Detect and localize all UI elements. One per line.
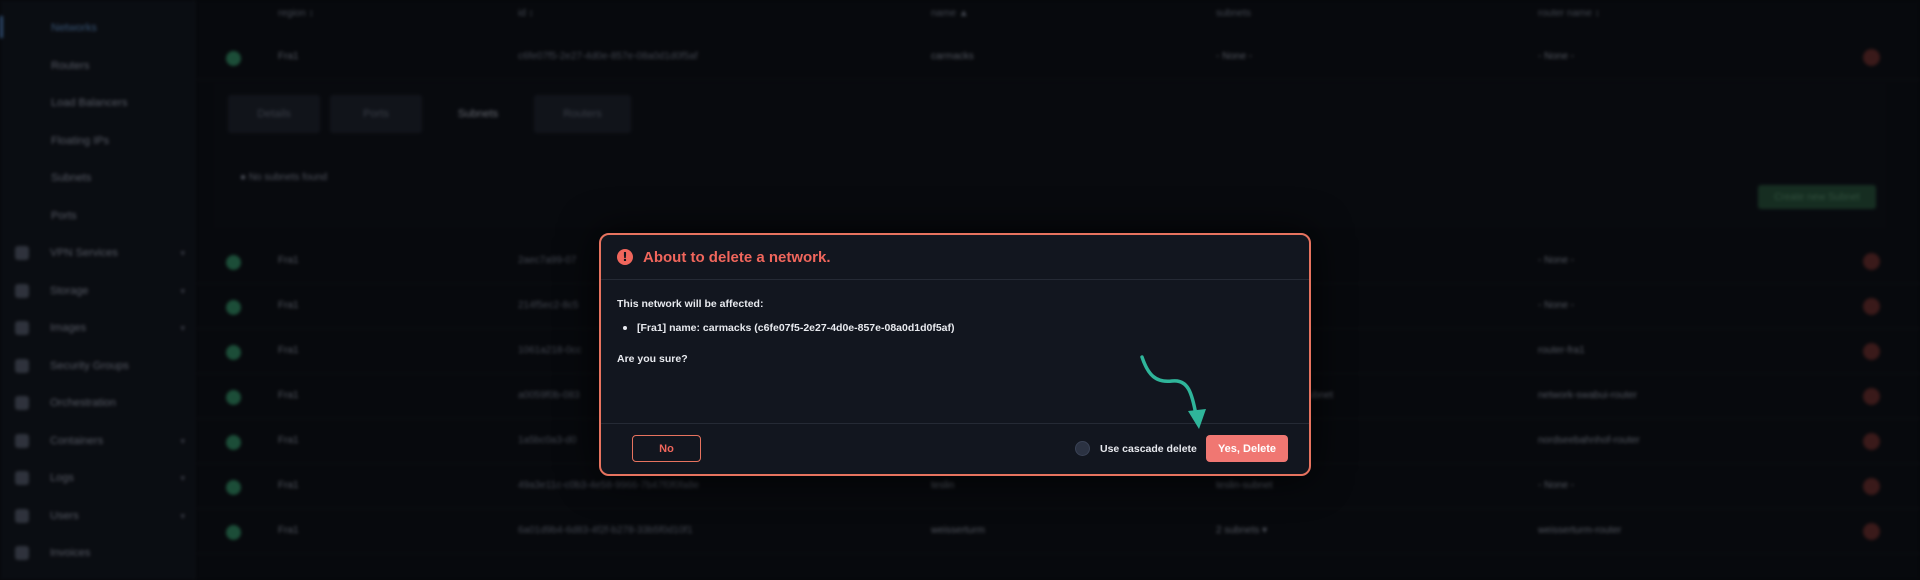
affected-network-item: [Fra1] name: carmacks (c6fe07f5-2e27-4d0… [617,322,955,334]
dialog-title: About to delete a network. [643,248,831,266]
cascade-delete-label[interactable]: Use cascade delete [1100,443,1197,455]
dialog-header: ! About to delete a network. [601,235,1309,280]
bullet-icon [623,326,627,330]
no-button[interactable]: No [632,435,701,462]
affected-label: This network will be affected: [617,298,764,310]
cascade-delete-option[interactable]: Use cascade delete [1075,435,1197,462]
warning-icon: ! [617,249,633,265]
affected-network-text: [Fra1] name: carmacks (c6fe07f5-2e27-4d0… [637,322,955,334]
pointer-arrow-icon [1140,355,1206,429]
confirm-question: Are you sure? [617,353,688,365]
cascade-delete-toggle[interactable] [1075,441,1090,456]
yes-delete-button[interactable]: Yes, Delete [1206,435,1288,462]
